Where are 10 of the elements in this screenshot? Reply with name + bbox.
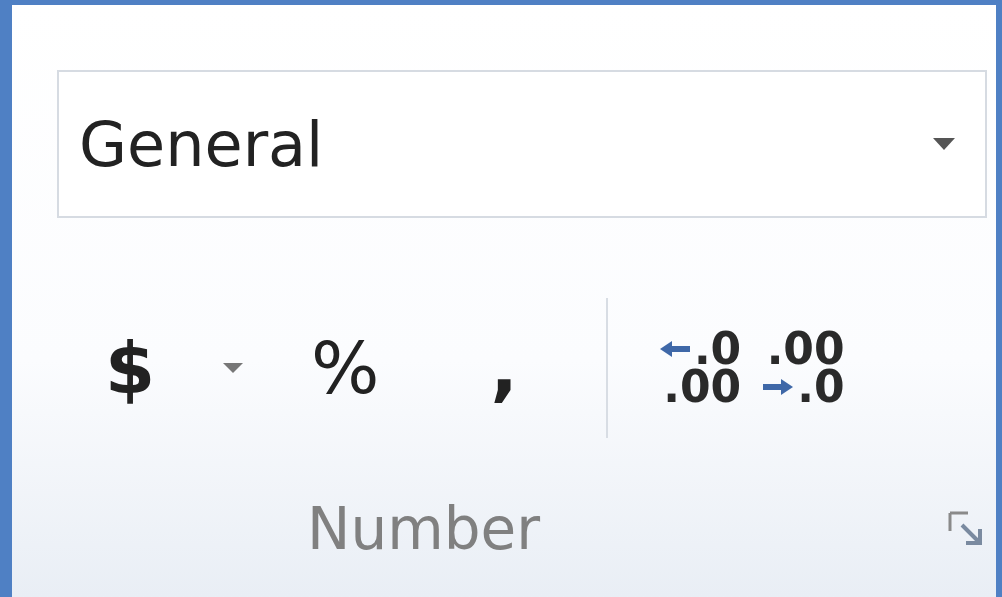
caret-icon [223, 362, 244, 373]
caret-icon [933, 138, 955, 150]
format-button[interactable]: $ [97, 331, 164, 404]
format-button[interactable]: , [482, 331, 526, 404]
decimal-text[interactable]: .0 [797, 364, 845, 409]
format-button[interactable]: % [303, 331, 388, 404]
group-label: Number [307, 495, 540, 563]
decimal-text[interactable]: .00 [663, 364, 742, 409]
format-dropdown[interactable]: General [57, 70, 987, 218]
dropdown-value: General [79, 107, 324, 181]
